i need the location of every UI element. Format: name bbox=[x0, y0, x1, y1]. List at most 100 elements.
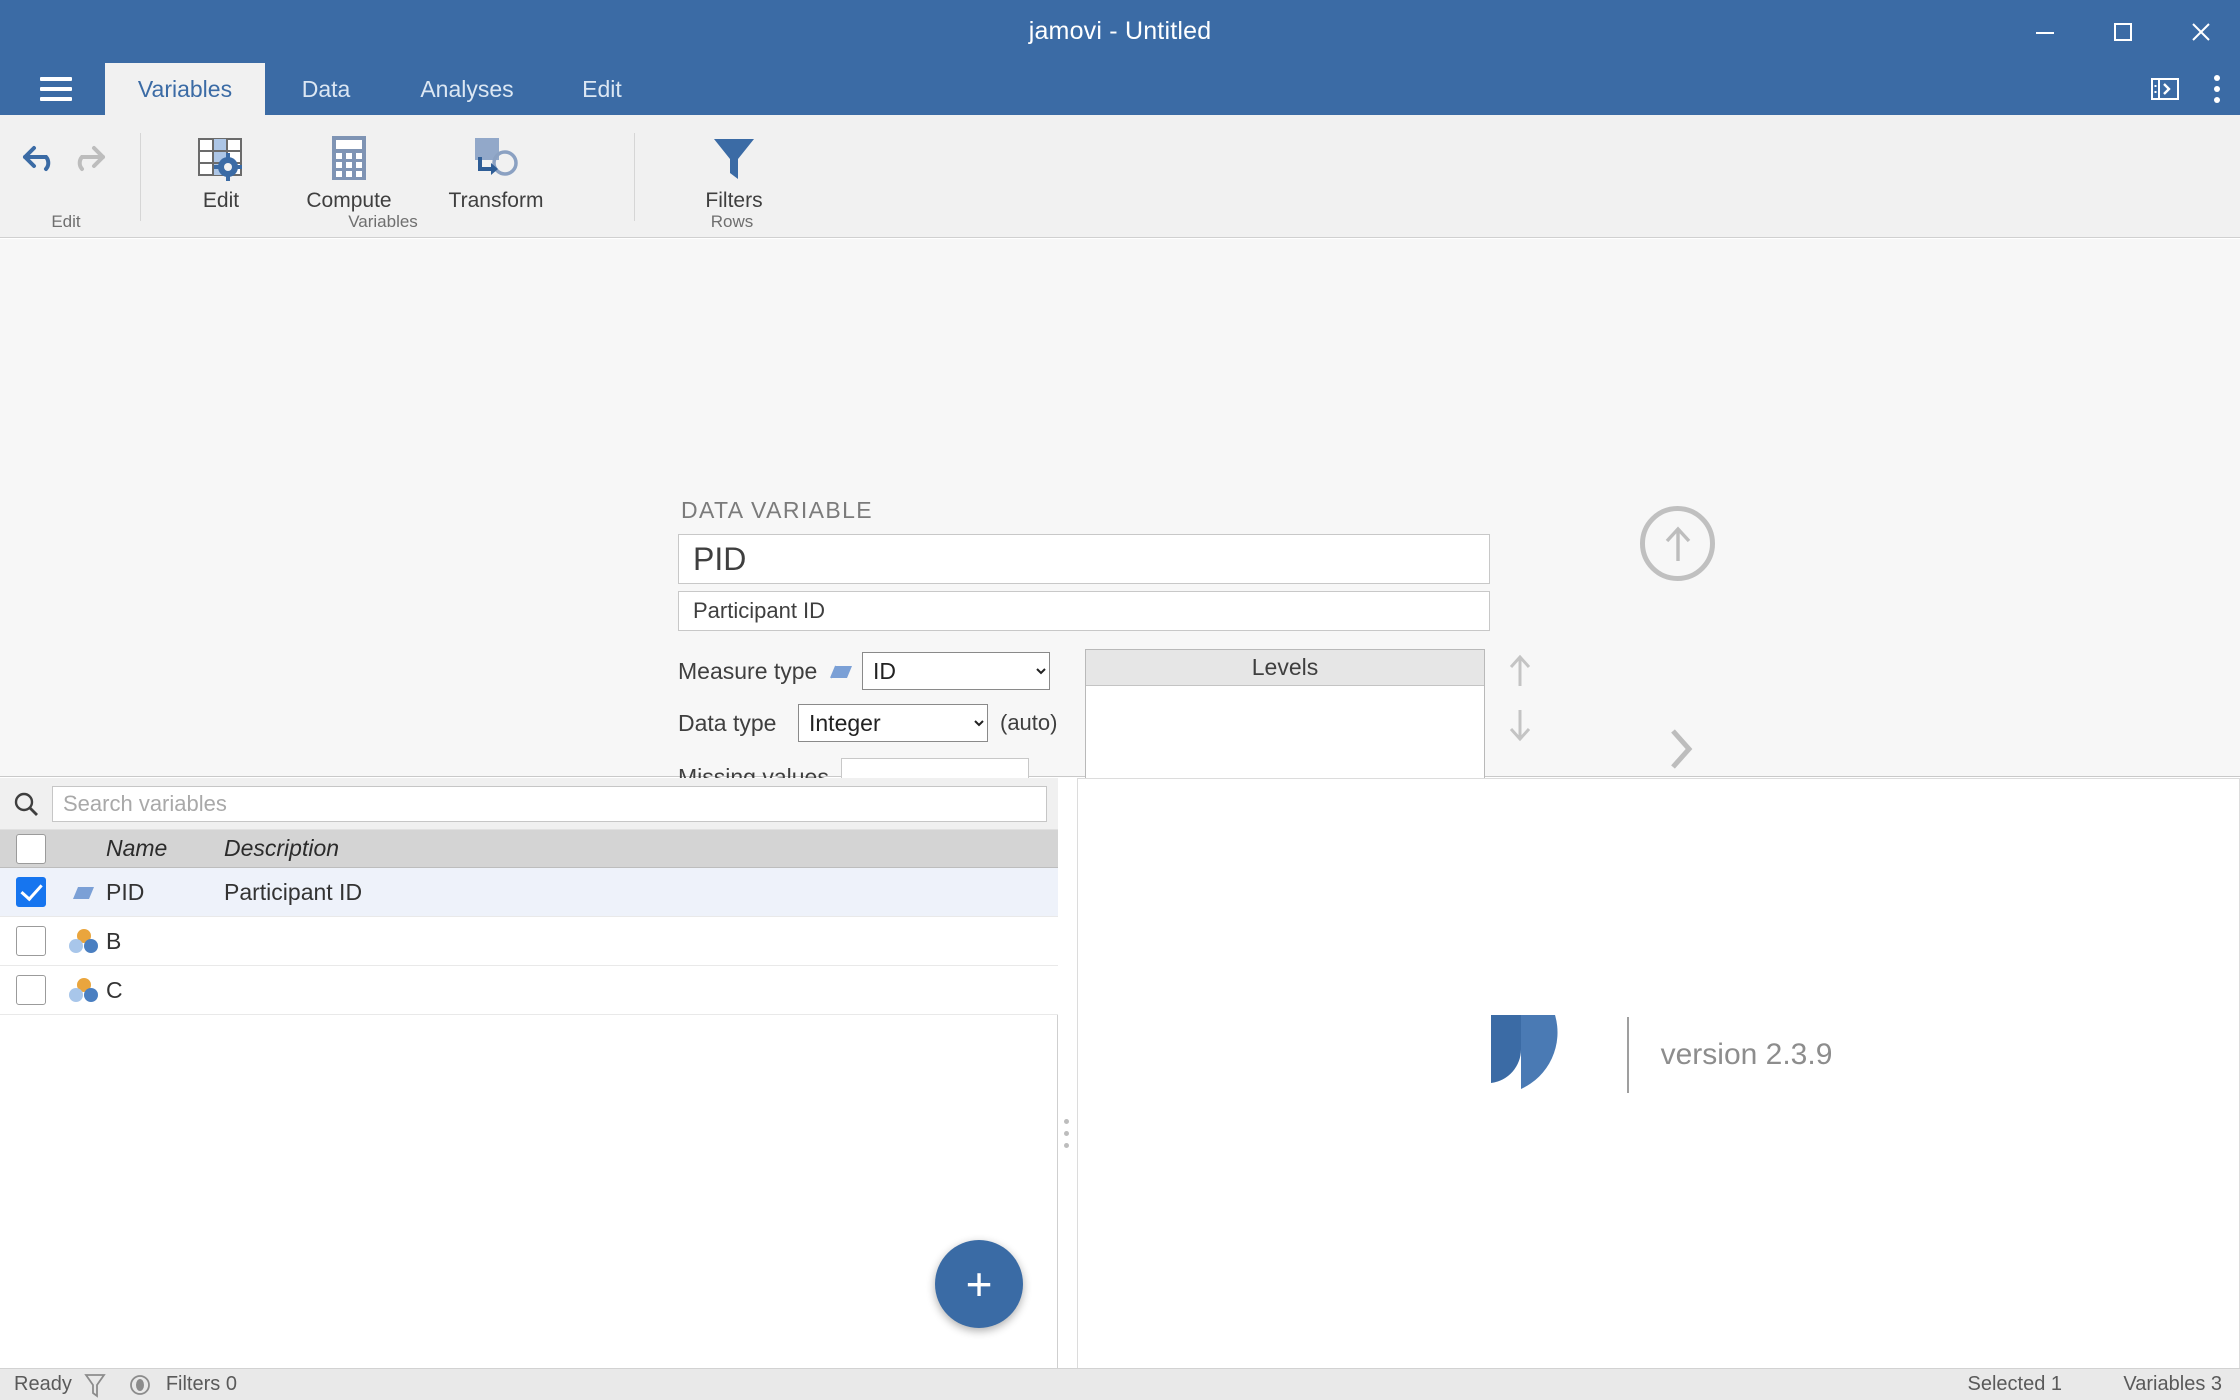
tab-variables-label: Variables bbox=[137, 75, 233, 102]
id-pencil-icon bbox=[822, 660, 862, 682]
row-checkbox-cell[interactable] bbox=[0, 877, 62, 907]
tab-data[interactable]: Data bbox=[265, 63, 387, 115]
version-label: version 2.3.9 bbox=[1660, 1038, 1833, 1071]
column-header-description: Description bbox=[224, 835, 340, 861]
window-title: jamovi - Untitled bbox=[1028, 17, 1212, 45]
undo-icon bbox=[20, 131, 60, 185]
variable-editor-panel: DATA VARIABLE Measure type ID Data type … bbox=[0, 239, 2240, 980]
tab-edit[interactable]: Edit bbox=[547, 63, 657, 115]
redo-button[interactable] bbox=[62, 125, 114, 185]
variable-description-input[interactable] bbox=[678, 591, 1490, 631]
arrow-up-icon bbox=[1509, 654, 1531, 686]
row-variable-name: PID bbox=[106, 878, 145, 905]
pane-splitter-handle[interactable] bbox=[1059, 1110, 1073, 1156]
ribbon-toolbar: Edit Edit Compute Transform Variables Fi… bbox=[0, 115, 2240, 314]
row-checkbox[interactable] bbox=[16, 975, 46, 1005]
results-pane: version 2.3.9 bbox=[1077, 778, 2240, 1370]
window-close-button[interactable] bbox=[2162, 0, 2240, 63]
tab-analyses-label: Analyses bbox=[420, 75, 514, 102]
add-variable-fab-label: + bbox=[965, 1258, 993, 1310]
tab-data-label: Data bbox=[301, 75, 351, 102]
ribbon-group-edit-label: Edit bbox=[51, 212, 81, 231]
table-row[interactable]: PID Participant ID bbox=[0, 868, 1058, 917]
filter-funnel-icon[interactable] bbox=[72, 1372, 118, 1398]
minimize-icon bbox=[2036, 31, 2054, 34]
status-text: Ready bbox=[14, 1373, 72, 1395]
row-checkbox-cell[interactable] bbox=[0, 975, 62, 1005]
transform-variable-label: Transform bbox=[448, 189, 544, 212]
move-level-down-button[interactable] bbox=[1500, 705, 1540, 745]
table-row[interactable]: C bbox=[0, 966, 1058, 1015]
next-variable-button[interactable] bbox=[1655, 719, 1705, 779]
data-type-label: Data type bbox=[678, 709, 777, 736]
row-checkbox[interactable] bbox=[16, 926, 46, 956]
levels-header: Levels bbox=[1086, 650, 1484, 686]
jamovi-brand: version 2.3.9 bbox=[1078, 1011, 2239, 1099]
search-icon bbox=[0, 778, 52, 830]
tab-analyses[interactable]: Analyses bbox=[387, 63, 547, 115]
ribbon-group-variables-label: Variables bbox=[348, 212, 418, 231]
tab-bar: Variables Data Analyses Edit bbox=[0, 63, 2240, 115]
close-icon bbox=[2192, 22, 2210, 41]
tab-edit-label: Edit bbox=[582, 75, 622, 102]
window-maximize-button[interactable] bbox=[2084, 0, 2162, 63]
filters-button[interactable]: Filters bbox=[664, 125, 804, 213]
ribbon-separator bbox=[634, 133, 635, 221]
chevron-right-icon bbox=[1671, 729, 1693, 769]
filters-count: Filters 0 bbox=[165, 1373, 237, 1395]
row-checkbox-cell[interactable] bbox=[0, 926, 62, 956]
calculator-icon bbox=[326, 131, 372, 185]
transform-variable-button[interactable]: Transform bbox=[414, 125, 578, 213]
data-type-row: Data type Integer (auto) bbox=[678, 704, 1057, 742]
window-minimize-button[interactable] bbox=[2006, 0, 2084, 63]
nominal-icon bbox=[62, 977, 106, 1003]
search-bar bbox=[0, 778, 1058, 830]
measure-type-label: Measure type bbox=[678, 657, 818, 684]
compute-variable-label: Compute bbox=[306, 189, 392, 212]
brand-divider bbox=[1626, 1017, 1629, 1093]
eye-icon[interactable] bbox=[118, 1373, 162, 1397]
status-bar: Ready Filters 0 Selected 1 Variables 3 bbox=[0, 1368, 2240, 1400]
ribbon-group-rows-label: Rows bbox=[710, 212, 754, 231]
table-row[interactable]: B bbox=[0, 917, 1058, 966]
selected-count: Selected 1 bbox=[1967, 1373, 2062, 1395]
row-variable-name: B bbox=[106, 927, 122, 954]
nominal-icon bbox=[62, 928, 106, 954]
ribbon-group-rows: Filters Rows bbox=[652, 115, 812, 238]
redo-icon bbox=[68, 131, 108, 185]
variable-kind-label: DATA VARIABLE bbox=[681, 497, 874, 523]
more-options-icon[interactable] bbox=[2194, 63, 2240, 115]
results-panel-toggle-icon[interactable] bbox=[2136, 63, 2194, 115]
row-checkbox[interactable] bbox=[16, 877, 46, 907]
panel-expand-icon bbox=[2151, 78, 2179, 100]
variable-name-input[interactable] bbox=[678, 534, 1490, 584]
measure-type-row: Measure type ID bbox=[678, 652, 1050, 690]
search-input[interactable] bbox=[52, 785, 1047, 822]
variables-list-pane: Name Description PID Participant ID bbox=[0, 778, 1058, 1370]
data-type-select[interactable]: Integer bbox=[798, 704, 988, 742]
jamovi-logo-icon bbox=[1490, 1015, 1558, 1089]
tab-variables[interactable]: Variables bbox=[105, 63, 265, 115]
row-variable-description: Participant ID bbox=[224, 878, 363, 905]
measure-type-select[interactable]: ID bbox=[862, 652, 1050, 690]
arrow-up-circle-icon bbox=[1665, 525, 1690, 561]
edit-variable-button[interactable]: Edit bbox=[158, 125, 284, 213]
select-all-cell[interactable] bbox=[0, 833, 62, 864]
variables-table: Name Description PID Participant ID B C bbox=[0, 830, 1058, 1015]
data-type-auto-note: (auto) bbox=[1000, 710, 1058, 735]
arrow-down-icon bbox=[1509, 710, 1531, 742]
filters-label: Filters bbox=[705, 189, 763, 212]
select-all-checkbox[interactable] bbox=[16, 833, 46, 864]
compute-variable-button[interactable]: Compute bbox=[284, 125, 414, 213]
hamburger-menu-icon[interactable] bbox=[22, 63, 90, 115]
filter-funnel-icon bbox=[709, 131, 759, 185]
transform-icon bbox=[467, 131, 525, 185]
move-level-up-button[interactable] bbox=[1500, 651, 1540, 691]
add-variable-fab[interactable]: + bbox=[935, 1240, 1023, 1328]
collapse-editor-button[interactable] bbox=[1640, 506, 1715, 581]
ribbon-group-edit: Edit bbox=[0, 115, 132, 238]
row-variable-name: C bbox=[106, 976, 123, 1003]
undo-button[interactable] bbox=[14, 125, 66, 185]
id-pencil-icon bbox=[62, 881, 106, 903]
tab-bar-actions bbox=[2136, 63, 2240, 115]
